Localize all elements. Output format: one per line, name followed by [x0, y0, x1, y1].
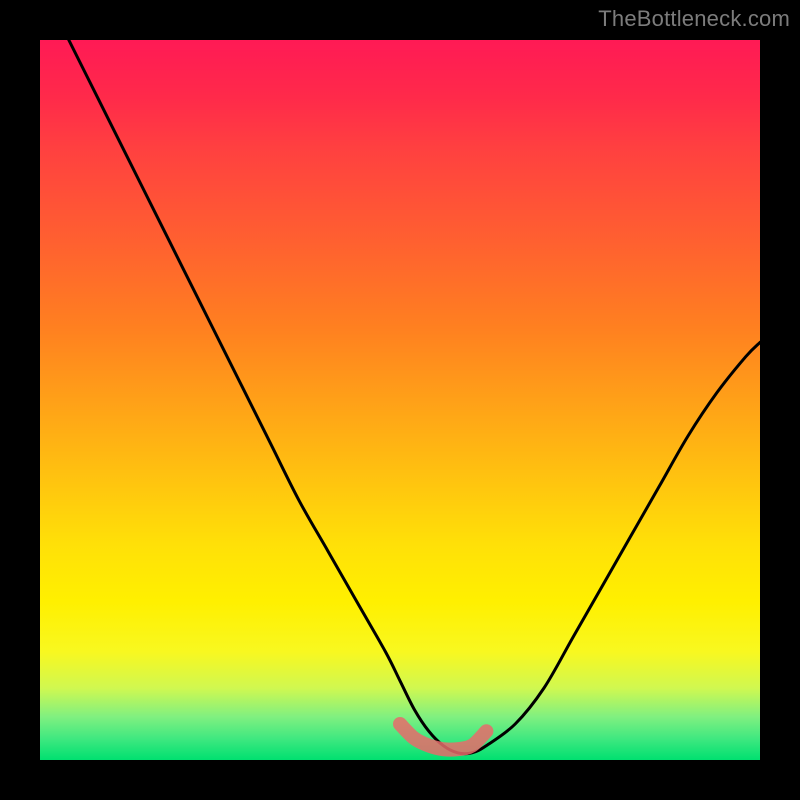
plot-area [40, 40, 760, 760]
watermark-text: TheBottleneck.com [598, 6, 790, 32]
curve-svg [40, 40, 760, 760]
chart-frame: TheBottleneck.com [0, 0, 800, 800]
highlight-segment-path [400, 724, 486, 750]
bottleneck-curve-path [69, 40, 760, 754]
